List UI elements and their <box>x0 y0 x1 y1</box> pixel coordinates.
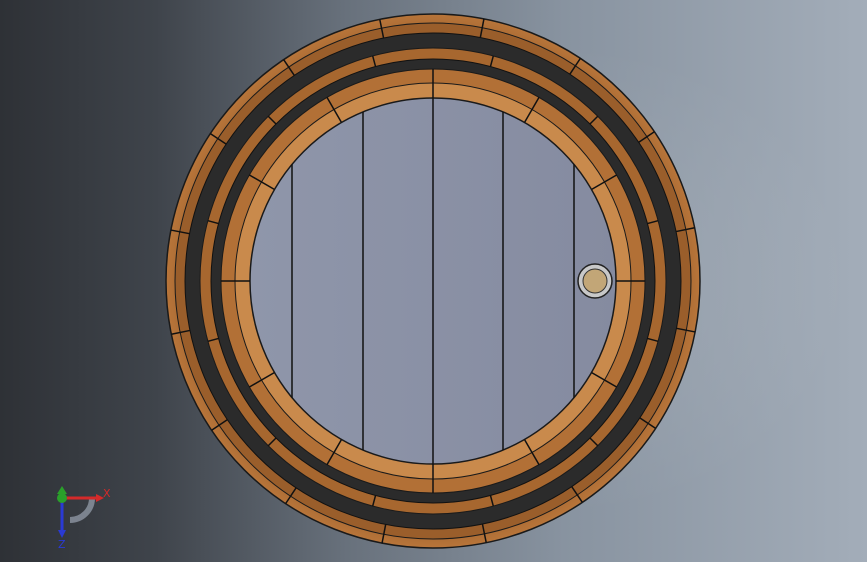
bung-plug[interactable] <box>582 268 608 294</box>
triad-arc <box>69 497 95 523</box>
x-axis-label: X <box>103 487 111 500</box>
graphics-viewport[interactable]: X Z Y <box>0 0 867 562</box>
z-axis-arrow <box>58 530 66 538</box>
z-axis-label: Z <box>58 538 66 550</box>
orientation-triad: X Z Y <box>57 486 111 550</box>
barrel-model[interactable] <box>0 0 867 562</box>
y-axis-dot <box>57 493 67 503</box>
